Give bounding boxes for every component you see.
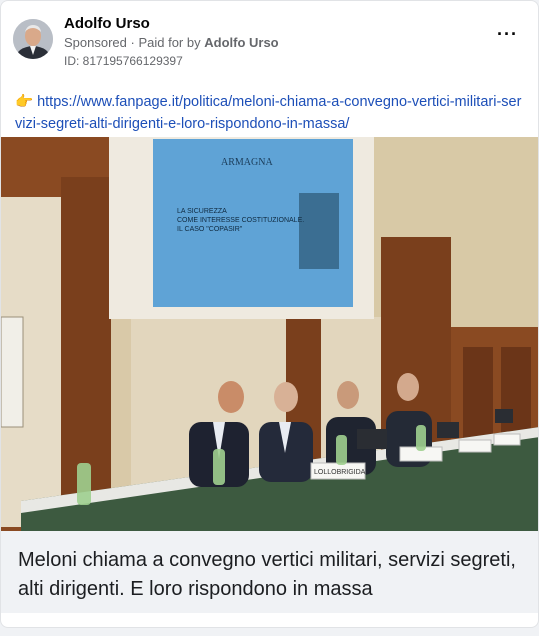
nameplate: LOLLOBRIGIDA bbox=[314, 469, 366, 476]
post-photo[interactable]: ARMAGNA LA SICUREZZA COME INTERESSE COST… bbox=[1, 137, 538, 531]
article-link[interactable]: https://www.fanpage.it/politica/meloni-c… bbox=[15, 94, 521, 132]
sponsored-post-card: Adolfo Urso Sponsored · Paid for by Adol… bbox=[0, 0, 539, 628]
screen-logo: ARMAGNA bbox=[221, 157, 273, 168]
sponsored-line: Sponsored · Paid for by Adolfo Urso bbox=[64, 35, 279, 50]
conference-photo: ARMAGNA LA SICUREZZA COME INTERESSE COST… bbox=[1, 137, 538, 531]
link-preview-headline[interactable]: Meloni chiama a convegno vertici militar… bbox=[1, 531, 538, 613]
svg-text:IL CASO "COPASIR": IL CASO "COPASIR" bbox=[177, 226, 243, 233]
sponsored-label: Sponsored bbox=[64, 35, 127, 50]
paid-for-prefix: · Paid for by bbox=[130, 35, 201, 50]
headline-text: Meloni chiama a convegno vertici militar… bbox=[18, 549, 516, 600]
more-options-icon[interactable]: ··· bbox=[497, 25, 518, 43]
pointing-hand-icon: 👉 bbox=[15, 94, 34, 110]
author-name[interactable]: Adolfo Urso bbox=[64, 15, 150, 32]
svg-text:LA SICUREZZA: LA SICUREZZA bbox=[177, 208, 227, 215]
ad-id: ID: 817195766129397 bbox=[64, 54, 183, 68]
post-body: 👉 https://www.fanpage.it/politica/meloni… bbox=[15, 91, 525, 135]
author-avatar[interactable] bbox=[13, 19, 53, 59]
svg-text:COME INTERESSE COSTITUZIONALE.: COME INTERESSE COSTITUZIONALE. bbox=[177, 217, 304, 224]
paid-for-name[interactable]: Adolfo Urso bbox=[204, 35, 278, 50]
